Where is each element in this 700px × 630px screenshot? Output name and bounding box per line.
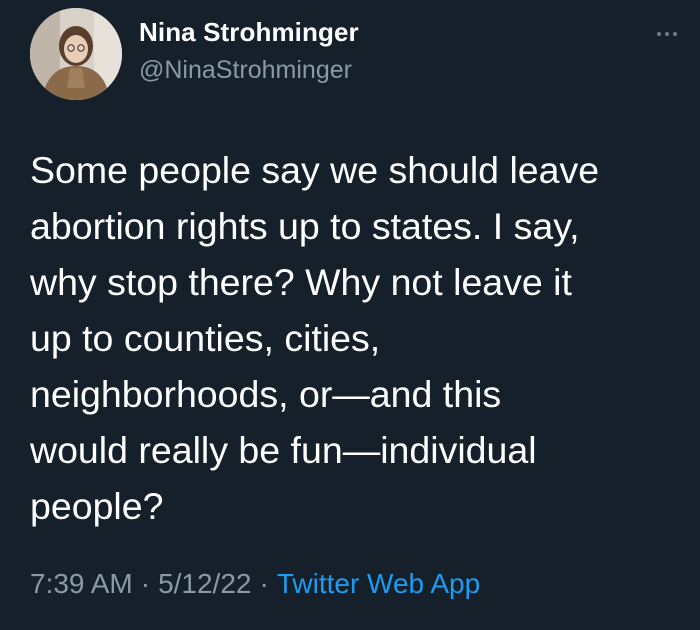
meta-separator: · bbox=[140, 568, 151, 599]
tweet-text-line: abortion rights up to states. I say, bbox=[30, 205, 580, 247]
meta-separator: · bbox=[259, 568, 269, 599]
tweet-time[interactable]: 7:39 AM bbox=[30, 568, 133, 599]
more-horizontal-icon bbox=[657, 32, 661, 36]
more-horizontal-icon bbox=[665, 32, 669, 36]
tweet-text-line: why stop there? Why not leave it bbox=[30, 261, 572, 303]
more-horizontal-icon bbox=[673, 32, 677, 36]
profile-photo-icon bbox=[30, 8, 122, 100]
tweet-source-link[interactable]: Twitter Web App bbox=[277, 568, 480, 599]
tweet-card: Nina Strohminger @NinaStrohminger Some p… bbox=[0, 0, 700, 630]
author-handle[interactable]: @NinaStrohminger bbox=[139, 56, 352, 85]
tweet-text: Some people say we should leave abortion… bbox=[30, 142, 670, 534]
more-options-button[interactable] bbox=[650, 20, 684, 48]
author-display-name[interactable]: Nina Strohminger bbox=[139, 17, 359, 48]
tweet-text-line: Some people say we should leave bbox=[30, 149, 600, 191]
tweet-text-line: neighborhoods, or—and this bbox=[30, 373, 502, 415]
tweet-meta: 7:39 AM · 5/12/22 · Twitter Web App bbox=[30, 568, 480, 600]
avatar[interactable] bbox=[30, 8, 122, 100]
tweet-date[interactable]: 5/12/22 bbox=[158, 568, 251, 599]
tweet-text-line: would really be fun—individual bbox=[30, 429, 537, 471]
tweet-text-line: up to counties, cities, bbox=[30, 317, 381, 359]
tweet-text-line: people? bbox=[30, 485, 164, 527]
